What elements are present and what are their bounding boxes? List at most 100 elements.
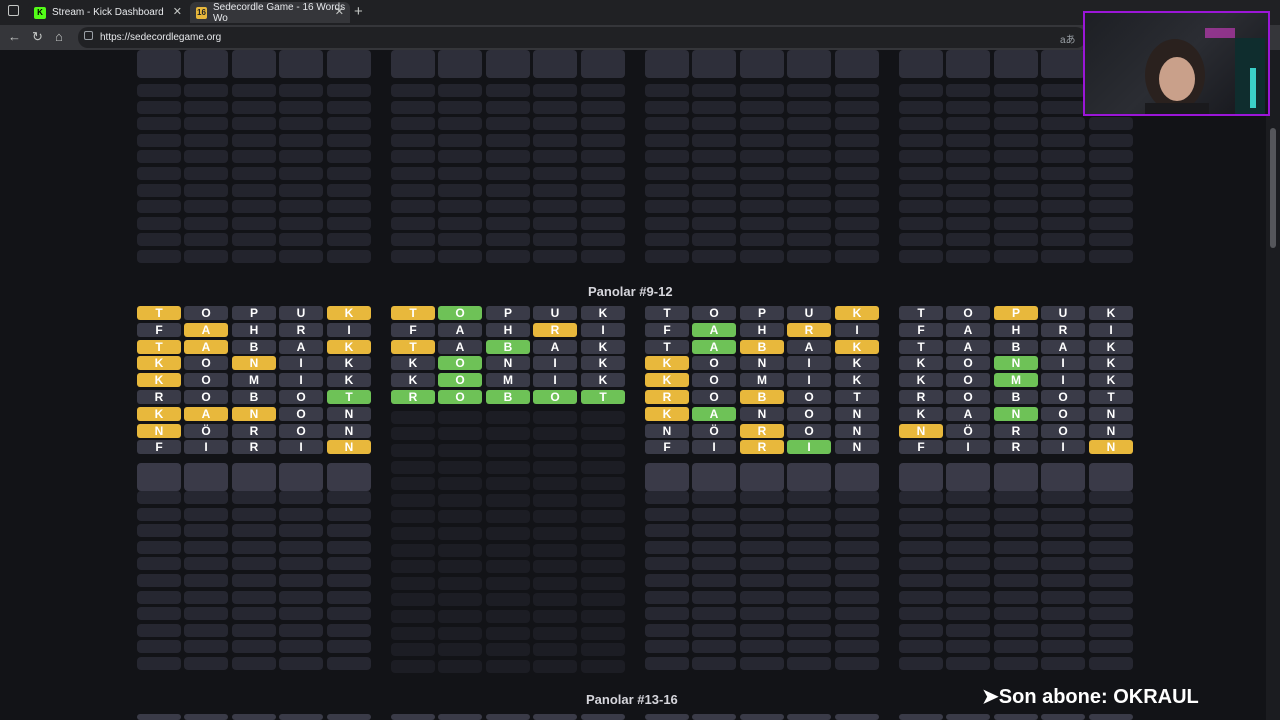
empty-cell xyxy=(1089,491,1133,504)
empty-cell xyxy=(1089,233,1133,247)
empty-cell xyxy=(787,524,831,538)
empty-cell xyxy=(581,610,625,623)
empty-cell xyxy=(581,200,625,214)
empty-cell xyxy=(645,557,689,571)
empty-cell xyxy=(184,491,228,504)
letter-cell: N xyxy=(486,356,530,371)
letter-cell: O xyxy=(184,390,228,404)
letter-cell: N xyxy=(232,406,276,421)
empty-cell xyxy=(391,626,435,640)
letter-cell: K xyxy=(137,373,181,388)
letter-cell: A xyxy=(946,322,990,337)
empty-cell xyxy=(835,640,879,654)
letter-cell: F xyxy=(391,322,435,337)
empty-cell xyxy=(327,524,371,538)
letter-cell: R xyxy=(645,390,689,404)
letter-cell: R xyxy=(994,423,1038,438)
close-icon[interactable]: ✕ xyxy=(173,5,182,18)
empty-cell xyxy=(835,623,879,637)
board-guess-tile xyxy=(946,50,990,78)
empty-cell xyxy=(327,657,371,670)
empty-cell xyxy=(787,491,831,504)
empty-cell xyxy=(438,510,482,524)
new-tab-icon[interactable]: + xyxy=(354,3,363,20)
letter-cell: O xyxy=(946,373,990,388)
close-icon[interactable]: ✕ xyxy=(335,5,344,18)
empty-cell xyxy=(740,540,784,554)
empty-cell xyxy=(327,590,371,604)
empty-cell xyxy=(391,216,435,230)
letter-cell: I xyxy=(1041,373,1085,388)
tab-sedecordle[interactable]: 16 Sedecordle Game - 16 Words Wo ✕ xyxy=(190,2,350,24)
empty-cell xyxy=(946,233,990,247)
letter-cell: B xyxy=(232,339,276,354)
empty-cell xyxy=(137,167,181,180)
empty-cell xyxy=(581,444,625,457)
back-icon[interactable]: ← xyxy=(8,29,21,44)
letter-cell: T xyxy=(1089,390,1133,404)
board-guess-tile xyxy=(787,50,831,78)
input-tile xyxy=(1041,463,1085,492)
empty-cell xyxy=(327,557,371,571)
empty-cell xyxy=(740,84,784,97)
scrollbar-thumb[interactable] xyxy=(1270,128,1276,248)
empty-cell xyxy=(391,460,435,474)
empty-cell xyxy=(533,410,577,424)
empty-cell xyxy=(835,133,879,147)
empty-cell xyxy=(581,493,625,507)
empty-cell xyxy=(184,607,228,621)
input-tile xyxy=(1089,463,1133,492)
empty-cell xyxy=(946,590,990,604)
letter-cell: K xyxy=(835,306,879,320)
input-tile xyxy=(327,463,371,492)
letter-cell: N xyxy=(835,406,879,421)
url-field[interactable]: https://sedecordlegame.org xyxy=(78,27,1086,48)
letter-cell: N xyxy=(327,423,371,438)
empty-cell xyxy=(1041,216,1085,230)
empty-cell xyxy=(787,250,831,263)
letter-cell: O xyxy=(692,306,736,320)
empty-cell xyxy=(1089,623,1133,637)
empty-cell xyxy=(581,167,625,180)
empty-cell xyxy=(232,623,276,637)
empty-cell xyxy=(533,543,577,557)
empty-cell xyxy=(946,200,990,214)
empty-cell xyxy=(835,507,879,521)
letter-cell: O xyxy=(1041,406,1085,421)
letter-cell: B xyxy=(486,339,530,354)
next-board-cell xyxy=(899,714,943,720)
empty-cell xyxy=(645,250,689,263)
letter-cell: N xyxy=(835,440,879,455)
empty-cell xyxy=(787,640,831,654)
empty-cell xyxy=(438,543,482,557)
empty-cell xyxy=(1041,524,1085,538)
empty-cell xyxy=(835,84,879,97)
empty-cell xyxy=(137,640,181,654)
empty-cell xyxy=(899,150,943,164)
empty-cell xyxy=(232,167,276,180)
translate-icon[interactable]: aあ xyxy=(1060,31,1076,46)
empty-cell xyxy=(899,657,943,670)
letter-cell: I xyxy=(692,440,736,455)
letter-cell: N xyxy=(740,356,784,371)
letter-cell: A xyxy=(184,339,228,354)
empty-cell xyxy=(740,557,784,571)
reload-icon[interactable]: ↻ xyxy=(32,29,43,45)
empty-cell xyxy=(835,100,879,114)
site-info-icon[interactable] xyxy=(84,31,93,40)
empty-cell xyxy=(391,477,435,491)
empty-cell xyxy=(232,250,276,263)
scrollbar[interactable] xyxy=(1266,50,1280,720)
empty-cell xyxy=(740,200,784,214)
letter-cell: F xyxy=(899,440,943,455)
letter-cell: N xyxy=(1089,440,1133,455)
letter-cell: O xyxy=(184,373,228,388)
tab-search-icon[interactable] xyxy=(8,5,19,16)
board-guess-tile xyxy=(645,50,689,78)
empty-cell xyxy=(1041,150,1085,164)
empty-cell xyxy=(184,250,228,263)
tab-kick-dashboard[interactable]: K Stream - Kick Dashboard ✕ xyxy=(28,2,188,23)
home-icon[interactable]: ⌂ xyxy=(55,29,63,44)
streamer-silhouette xyxy=(1145,28,1265,114)
empty-cell xyxy=(645,150,689,164)
